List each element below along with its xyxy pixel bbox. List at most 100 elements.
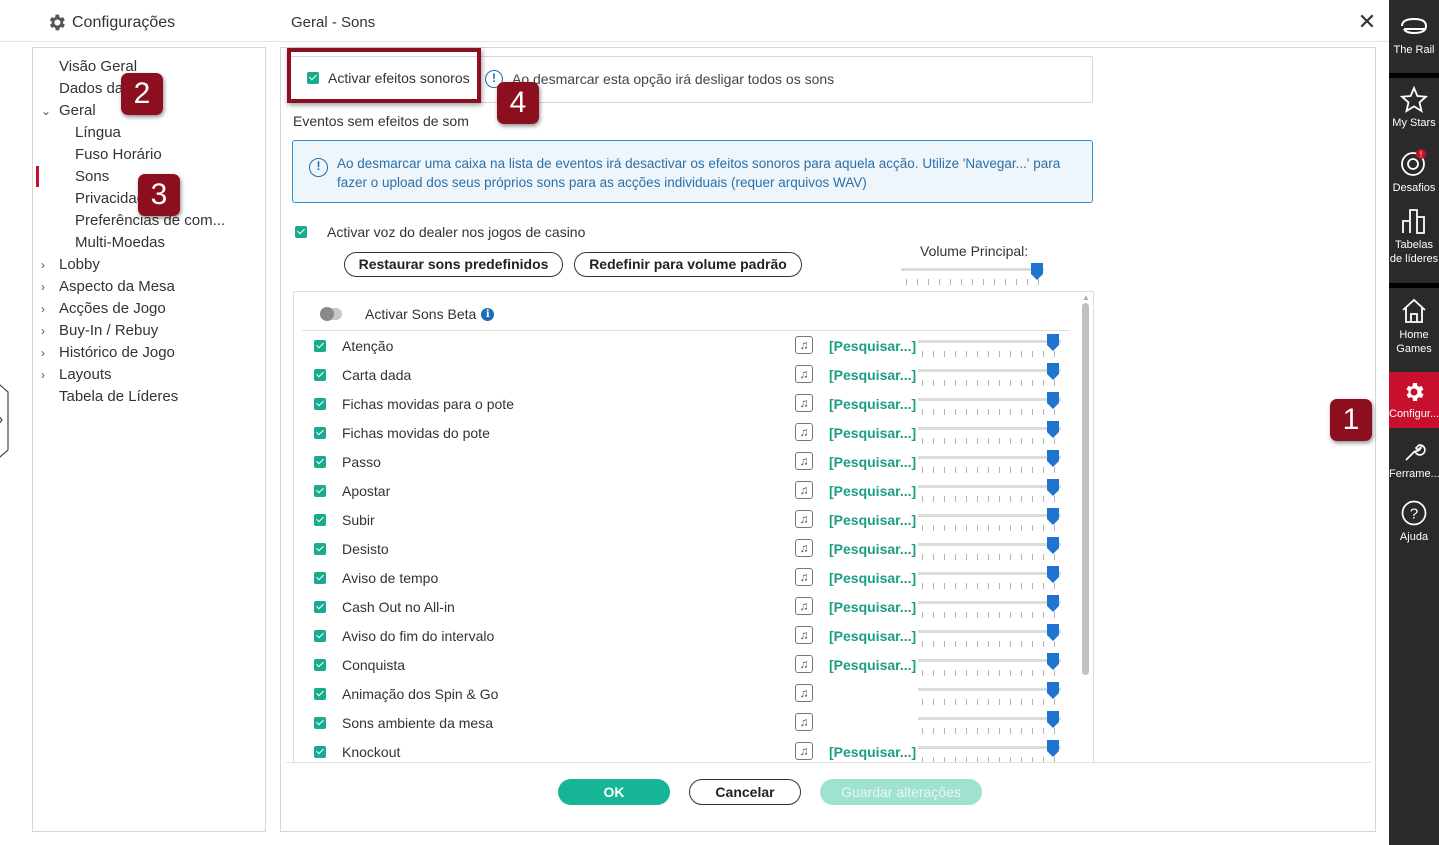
checkbox-checked-icon[interactable] (314, 746, 326, 758)
music-note-icon[interactable]: ♫ (795, 423, 813, 441)
sound-volume-slider[interactable] (918, 717, 1061, 720)
music-note-icon[interactable]: ♫ (795, 394, 813, 412)
sound-volume-slider[interactable] (918, 427, 1061, 430)
checkbox-checked-icon[interactable] (295, 226, 307, 238)
checkbox-checked-icon[interactable] (314, 659, 326, 671)
chevron-right-icon[interactable]: › (41, 254, 53, 276)
sound-volume-slider[interactable] (918, 630, 1061, 633)
rail-item-my-stars[interactable]: My Stars (1389, 86, 1439, 130)
music-note-icon[interactable]: ♫ (795, 684, 813, 702)
chevron-right-icon[interactable]: › (41, 342, 53, 364)
cancel-button[interactable]: Cancelar (689, 779, 801, 805)
sound-volume-slider[interactable] (918, 514, 1061, 517)
rail-item-challenges[interactable]: ! Desafios (1389, 148, 1439, 195)
rail-item-help[interactable]: ? Ajuda (1389, 499, 1439, 544)
checkbox-checked-icon[interactable] (314, 369, 326, 381)
rail-item-home-games[interactable]: Home Games (1389, 297, 1439, 356)
sound-volume-slider[interactable] (918, 485, 1061, 488)
chevron-right-icon[interactable]: › (41, 276, 53, 298)
ok-button[interactable]: OK (558, 779, 670, 805)
browse-link[interactable]: [Pesquisar...] (829, 541, 916, 557)
restore-default-sounds-button[interactable]: Restaurar sons predefinidos (344, 252, 563, 277)
rail-item-tools[interactable]: Ferrame... (1389, 440, 1439, 481)
checkbox-checked-icon[interactable] (314, 398, 326, 410)
browse-link[interactable]: [Pesquisar...] (829, 599, 916, 615)
nav-item[interactable]: › Buy-In / Rebuy (41, 320, 158, 342)
browse-link[interactable]: [Pesquisar...] (829, 367, 916, 383)
dealer-voice-checkbox[interactable]: Activar voz do dealer nos jogos de casin… (295, 224, 585, 240)
expand-panel-handle[interactable] (0, 378, 16, 464)
rail-item-settings[interactable]: Configur... (1389, 372, 1439, 428)
checkbox-checked-icon[interactable] (314, 630, 326, 642)
nav-item[interactable]: ⌄ Geral (41, 100, 96, 122)
checkbox-checked-icon[interactable] (314, 572, 326, 584)
nav-item[interactable]: Dados da (59, 78, 123, 100)
sound-volume-slider[interactable] (918, 659, 1061, 662)
checkbox-checked-icon[interactable] (314, 427, 326, 439)
music-note-icon[interactable]: ♫ (795, 626, 813, 644)
checkbox-checked-icon[interactable] (314, 456, 326, 468)
checkbox-checked-icon[interactable] (314, 340, 326, 352)
music-note-icon[interactable]: ♫ (795, 713, 813, 731)
chevron-right-icon[interactable]: › (41, 320, 53, 342)
browse-link[interactable]: [Pesquisar...] (829, 744, 916, 760)
info-icon[interactable]: i (481, 307, 495, 321)
checkbox-checked-icon[interactable] (314, 688, 326, 700)
music-note-icon[interactable]: ♫ (795, 655, 813, 673)
music-note-icon[interactable]: ♫ (795, 481, 813, 499)
browse-link[interactable]: [Pesquisar...] (829, 512, 916, 528)
music-note-icon[interactable]: ♫ (795, 568, 813, 586)
browse-link[interactable]: [Pesquisar...] (829, 396, 916, 412)
nav-item[interactable]: Língua (75, 122, 121, 144)
nav-item[interactable]: Tabela de Líderes (59, 386, 178, 408)
nav-item[interactable]: › Acções de Jogo (41, 298, 166, 320)
music-note-icon[interactable]: ♫ (795, 336, 813, 354)
music-note-icon[interactable]: ♫ (795, 539, 813, 557)
checkbox-checked-icon[interactable] (314, 543, 326, 555)
chevron-down-icon[interactable]: ⌄ (41, 100, 53, 122)
browse-link[interactable]: [Pesquisar...] (829, 483, 916, 499)
toggle-off-icon[interactable] (320, 307, 342, 321)
rail-item-the-rail[interactable]: The Rail (1389, 14, 1439, 57)
browse-link[interactable]: [Pesquisar...] (829, 338, 916, 354)
sound-volume-slider[interactable] (918, 456, 1061, 459)
browse-link[interactable]: [Pesquisar...] (829, 454, 916, 470)
sound-volume-slider[interactable] (918, 340, 1061, 343)
sound-volume-slider[interactable] (918, 746, 1061, 749)
beta-sounds-toggle[interactable]: Activar Sons Beta i (320, 306, 495, 322)
browse-link[interactable]: [Pesquisar...] (829, 425, 916, 441)
sound-volume-slider[interactable] (918, 543, 1061, 546)
browse-link[interactable]: [Pesquisar...] (829, 657, 916, 673)
music-note-icon[interactable]: ♫ (795, 742, 813, 760)
sound-volume-slider[interactable] (918, 398, 1061, 401)
music-note-icon[interactable]: ♫ (795, 510, 813, 528)
rail-item-leaderboards[interactable]: Tabelas de líderes (1389, 207, 1439, 266)
checkbox-checked-icon[interactable] (314, 601, 326, 613)
close-button[interactable]: ✕ (1356, 11, 1378, 34)
scrollbar-thumb[interactable] (1082, 303, 1089, 675)
nav-item[interactable]: › Histórico de Jogo (41, 342, 175, 364)
browse-link[interactable]: [Pesquisar...] (829, 628, 916, 644)
chevron-right-icon[interactable]: › (41, 364, 53, 386)
checkbox-checked-icon[interactable] (314, 514, 326, 526)
checkbox-checked-icon[interactable] (314, 485, 326, 497)
nav-item[interactable]: › Lobby (41, 254, 100, 276)
music-note-icon[interactable]: ♫ (795, 452, 813, 470)
sound-volume-slider[interactable] (918, 601, 1061, 604)
save-changes-button[interactable]: Guardar alterações (820, 779, 982, 805)
reset-default-volume-button[interactable]: Redefinir para volume padrão (574, 252, 802, 277)
music-note-icon[interactable]: ♫ (795, 597, 813, 615)
checkbox-checked-icon[interactable] (314, 717, 326, 729)
sound-volume-slider[interactable] (918, 572, 1061, 575)
music-note-icon[interactable]: ♫ (795, 365, 813, 383)
chevron-right-icon[interactable]: › (41, 298, 53, 320)
nav-item[interactable]: › Aspecto da Mesa (41, 276, 175, 298)
nav-item[interactable]: Sons (75, 166, 109, 188)
nav-item[interactable]: › Layouts (41, 364, 112, 386)
browse-link[interactable]: [Pesquisar...] (829, 570, 916, 586)
sound-volume-slider[interactable] (918, 369, 1061, 372)
scroll-up-arrow-icon[interactable]: ▲ (1082, 293, 1090, 302)
nav-item[interactable]: Multi-Moedas (75, 232, 165, 254)
nav-item[interactable]: Fuso Horário (75, 144, 162, 166)
sound-volume-slider[interactable] (918, 688, 1061, 691)
